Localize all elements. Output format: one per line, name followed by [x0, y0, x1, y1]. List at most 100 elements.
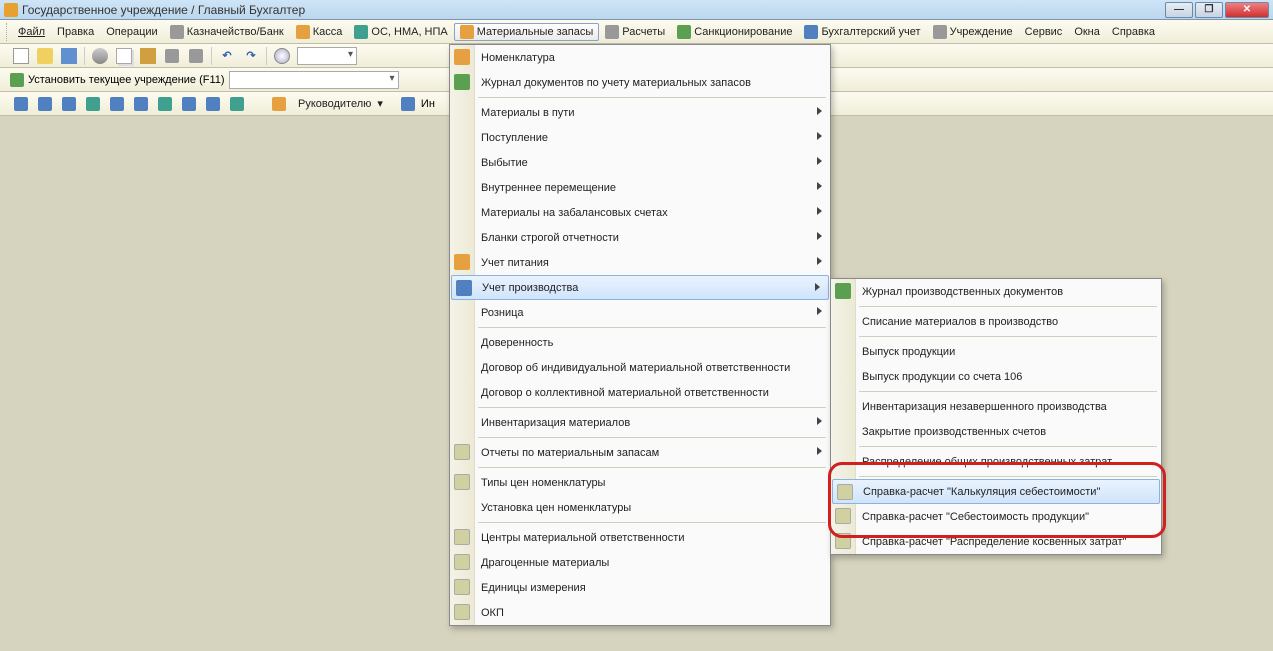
treasury-icon — [170, 25, 184, 39]
paste-button[interactable] — [139, 47, 157, 65]
copy-button[interactable] — [115, 47, 133, 65]
report-icon — [454, 444, 470, 460]
menu-item[interactable]: Материалы на забалансовых счетах — [450, 200, 830, 225]
menu-item[interactable]: Выбытие — [450, 150, 830, 175]
menu-edit[interactable]: Правка — [51, 24, 100, 40]
print-button[interactable] — [163, 47, 181, 65]
menu-help[interactable]: Справка — [1106, 24, 1161, 40]
new-button[interactable] — [12, 47, 30, 65]
clipboard-icon — [140, 48, 156, 64]
menu-item[interactable]: Договор об индивидуальной материальной о… — [450, 355, 830, 380]
menu-item[interactable]: Драгоценные материалы — [450, 550, 830, 575]
fmt6-button[interactable] — [132, 95, 150, 113]
menu-accounting[interactable]: Бухгалтерский учет — [798, 23, 926, 41]
menu-sanction[interactable]: Санкционирование — [671, 23, 798, 41]
fmt5-button[interactable] — [108, 95, 126, 113]
menu-operations[interactable]: Операции — [100, 24, 163, 40]
fmt3-button[interactable] — [60, 95, 78, 113]
menu-item[interactable]: Центры материальной ответственности — [450, 525, 830, 550]
separator — [84, 47, 85, 65]
maximize-button[interactable]: ❐ — [1195, 2, 1223, 18]
institution-combo[interactable] — [229, 71, 399, 89]
search-button[interactable] — [273, 47, 291, 65]
menu-institution[interactable]: Учреждение — [927, 23, 1019, 41]
menu-service[interactable]: Сервис — [1019, 24, 1069, 40]
menu-treasury[interactable]: Казначейство/Банк — [164, 23, 290, 41]
menu-item[interactable]: Доверенность — [450, 330, 830, 355]
menu-item[interactable]: Номенклатура — [450, 45, 830, 70]
menu-item[interactable]: Материалы в пути — [450, 100, 830, 125]
menu-item-label: Выбытие — [481, 157, 528, 169]
info-icon — [401, 97, 415, 111]
menu-item[interactable]: Договор о коллективной материальной отве… — [450, 380, 830, 405]
menu-item[interactable]: Списание материалов в производство — [831, 309, 1161, 334]
fmt9-button[interactable] — [204, 95, 222, 113]
window-title: Государственное учреждение / Главный Бух… — [22, 3, 305, 17]
menu-item[interactable]: Поступление — [450, 125, 830, 150]
menu-item-label: Закрытие производственных счетов — [862, 426, 1046, 438]
manager-button[interactable]: Руководителю▾ — [292, 95, 389, 112]
window-controls: — ❐ ✕ — [1163, 2, 1269, 18]
menu-item[interactable]: Бланки строгой отчетности — [450, 225, 830, 250]
menu-os[interactable]: ОС, НМА, НПА — [348, 23, 453, 41]
menu-calc[interactable]: Расчеты — [599, 23, 671, 41]
menu-item-label: Журнал производственных документов — [862, 286, 1063, 298]
menu-item-label: Учет питания — [481, 257, 549, 269]
fmt10-button[interactable] — [228, 95, 246, 113]
menu-windows[interactable]: Окна — [1068, 24, 1106, 40]
text-icon — [158, 97, 172, 111]
open-button[interactable] — [36, 47, 54, 65]
menu-item[interactable]: Установка цен номенклатуры — [450, 495, 830, 520]
printer-icon — [165, 49, 179, 63]
report-icon — [835, 533, 851, 549]
menu-item-label: Учет производства — [482, 282, 578, 294]
menu-item[interactable]: Инвентаризация материалов — [450, 410, 830, 435]
menu-item-label: Бланки строгой отчетности — [481, 232, 619, 244]
fmt7-button[interactable] — [156, 95, 174, 113]
table-icon — [14, 97, 28, 111]
menu-item[interactable]: Розница — [450, 300, 830, 325]
close-button[interactable]: ✕ — [1225, 2, 1269, 18]
cut-button[interactable] — [91, 47, 109, 65]
minimize-button[interactable]: — — [1165, 2, 1193, 18]
menu-item[interactable]: Справка-расчет "Распределение косвенных … — [831, 529, 1161, 554]
calc-icon — [605, 25, 619, 39]
fmt4-button[interactable] — [84, 95, 102, 113]
report-icon — [454, 474, 470, 490]
menu-item[interactable]: Справка-расчет "Калькуляция себестоимост… — [832, 479, 1160, 504]
menu-item[interactable]: Журнал документов по учету материальных … — [450, 70, 830, 95]
menu-item[interactable]: Журнал производственных документов — [831, 279, 1161, 304]
print2-button[interactable] — [187, 47, 205, 65]
fmt2-button[interactable] — [36, 95, 54, 113]
menu-file[interactable]: Файл — [12, 24, 51, 40]
menu-item[interactable]: Типы цен номенклатуры — [450, 470, 830, 495]
menu-separator — [478, 407, 826, 408]
fmt8-button[interactable] — [180, 95, 198, 113]
titlebar: Государственное учреждение / Главный Бух… — [0, 0, 1273, 20]
menu-cash[interactable]: Касса — [290, 23, 349, 41]
redo-button[interactable]: ↷ — [242, 47, 260, 65]
menu-item[interactable]: Единицы измерения — [450, 575, 830, 600]
menu-item[interactable]: Инвентаризация незавершенного производст… — [831, 394, 1161, 419]
undo-button[interactable]: ↶ — [218, 47, 236, 65]
menu-item[interactable]: Учет производства — [451, 275, 829, 300]
menu-item[interactable]: Справка-расчет "Себестоимость продукции" — [831, 504, 1161, 529]
menu-item[interactable]: Отчеты по материальным запасам — [450, 440, 830, 465]
menu-item[interactable]: Выпуск продукции со счета 106 — [831, 364, 1161, 389]
menu-inventory[interactable]: Материальные запасы — [454, 23, 600, 41]
menu-item[interactable]: Учет питания — [450, 250, 830, 275]
fmt1-button[interactable] — [12, 95, 30, 113]
menu-item-label: Единицы измерения — [481, 582, 586, 594]
menu-item-label: Установка цен номенклатуры — [481, 502, 631, 514]
menu-separator — [478, 522, 826, 523]
report-icon — [835, 508, 851, 524]
search-combo[interactable] — [297, 47, 357, 65]
menu-item[interactable]: Распределение общих производственных зат… — [831, 449, 1161, 474]
save-button[interactable] — [60, 47, 78, 65]
menu-item[interactable]: Внутреннее перемещение — [450, 175, 830, 200]
menu-item-label: Справка-расчет "Калькуляция себестоимост… — [863, 486, 1100, 498]
menu-item[interactable]: Закрытие производственных счетов — [831, 419, 1161, 444]
menu-item[interactable]: Выпуск продукции — [831, 339, 1161, 364]
submenu-arrow-icon — [817, 132, 822, 140]
menu-item[interactable]: ОКП — [450, 600, 830, 625]
